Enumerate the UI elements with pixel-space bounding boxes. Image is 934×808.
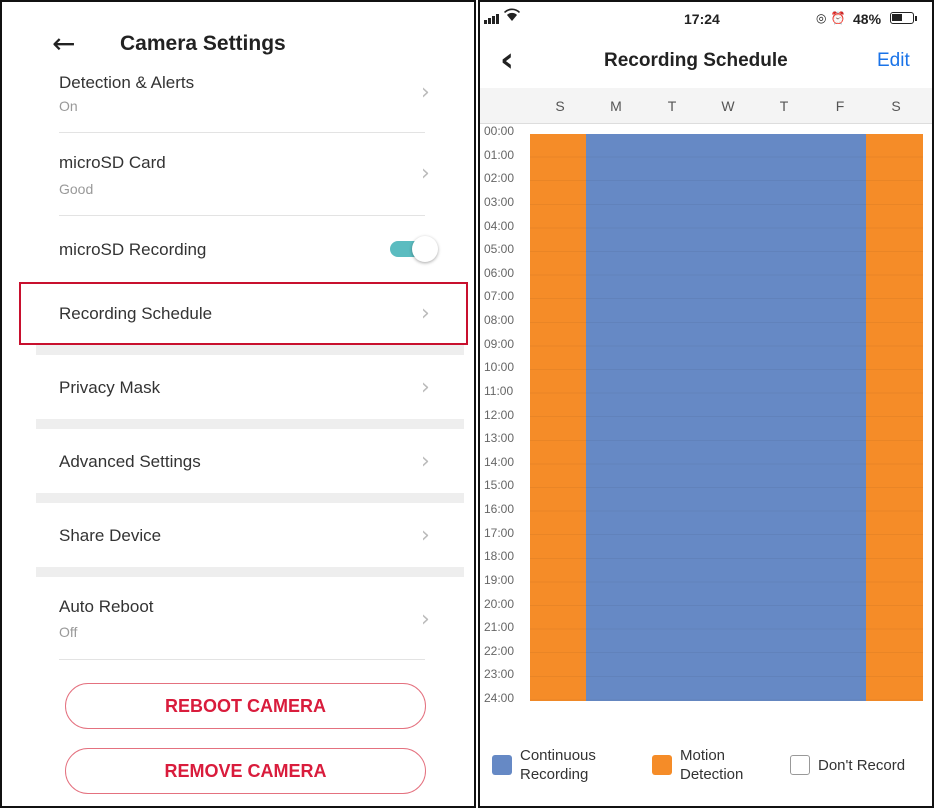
hour-label: 11:00 — [484, 383, 514, 398]
day-label: M — [610, 98, 622, 114]
row-label: microSD Recording — [59, 240, 207, 259]
hour-label: 09:00 — [484, 336, 515, 351]
dont-record-swatch — [790, 755, 810, 775]
schedule-day-1[interactable] — [586, 134, 643, 701]
row-auto-reboot[interactable]: Auto Reboot Off › — [2, 577, 474, 659]
row-label: microSD Card — [59, 153, 166, 172]
day-label: S — [891, 98, 901, 114]
row-label: Share Device — [59, 526, 162, 545]
section-gap — [36, 567, 464, 577]
hour-label: 20:00 — [484, 596, 515, 611]
chevron-right-icon: › — [421, 449, 430, 474]
row-value: Good — [59, 181, 94, 197]
toggle-knob — [412, 236, 438, 262]
legend-continuous: Continuous Recording — [520, 747, 596, 783]
hour-label: 13:00 — [484, 431, 515, 446]
row-label: Privacy Mask — [59, 378, 161, 397]
hour-label: 07:00 — [484, 289, 515, 304]
day-label: F — [835, 98, 845, 114]
chevron-right-icon: › — [421, 80, 430, 105]
status-bar: 17:24 ◎ ⏰ 48% — [480, 2, 932, 36]
hour-label: 08:00 — [484, 313, 515, 327]
row-detection-alerts[interactable]: Detection & Alerts On › — [2, 66, 474, 132]
section-gap — [36, 493, 464, 503]
hour-label: 00:00 — [484, 124, 515, 138]
divider — [59, 659, 425, 660]
hour-label: 12:00 — [484, 407, 515, 422]
nav-bar: ‹ Recording Schedule Edit — [480, 38, 932, 86]
schedule-day-5[interactable] — [810, 134, 867, 701]
hour-label: 19:00 — [484, 572, 515, 587]
chevron-right-icon: › — [421, 375, 430, 400]
hour-label: 24:00 — [484, 691, 515, 705]
legend-dont-record: Don't Record — [818, 757, 906, 774]
edit-button[interactable]: Edit — [877, 50, 910, 72]
section-gap — [36, 419, 464, 429]
hour-label: 04:00 — [484, 218, 515, 233]
legend: Continuous Recording Motion Detection Do… — [480, 737, 932, 797]
hour-label: 15:00 — [484, 478, 515, 493]
hour-label: 16:00 — [484, 502, 515, 516]
back-arrow-icon[interactable]: ← — [52, 30, 75, 58]
back-chevron-icon[interactable]: ‹ — [500, 40, 514, 80]
status-time: 17:24 — [684, 11, 720, 27]
recording-schedule-panel: 17:24 ◎ ⏰ 48% ‹ Recording Schedule Edit … — [478, 0, 934, 808]
wifi-icon — [504, 8, 520, 21]
hour-label: 21:00 — [484, 620, 515, 635]
day-label: S — [555, 98, 565, 114]
row-value: On — [59, 98, 78, 114]
row-advanced-settings[interactable]: Advanced Settings › — [2, 429, 474, 493]
hour-label: 14:00 — [484, 454, 515, 469]
schedule-day-6[interactable] — [866, 134, 923, 701]
schedule-grid[interactable] — [530, 134, 923, 701]
row-label: Detection & Alerts — [59, 73, 195, 92]
chevron-right-icon: › — [421, 607, 430, 632]
hour-label: 05:00 — [484, 242, 515, 257]
day-label: T — [667, 98, 677, 114]
page-title: Recording Schedule — [604, 50, 788, 71]
row-share-device[interactable]: Share Device › — [2, 503, 474, 567]
remove-camera-button[interactable]: REMOVE CAMERA — [65, 748, 426, 794]
page-title: Camera Settings — [120, 32, 286, 55]
hour-label: 01:00 — [484, 147, 515, 162]
hour-label: 10:00 — [484, 360, 515, 375]
chevron-right-icon: › — [421, 161, 430, 186]
hour-label: 02:00 — [484, 171, 515, 186]
hour-label: 03:00 — [484, 194, 515, 209]
hour-label: 17:00 — [484, 525, 515, 540]
schedule-day-2[interactable] — [642, 134, 699, 701]
reboot-camera-button[interactable]: REBOOT CAMERA — [65, 683, 426, 729]
chevron-right-icon: › — [421, 523, 430, 548]
hour-label: 18:00 — [484, 549, 515, 564]
header: ← Camera Settings — [2, 2, 474, 66]
highlight-box — [19, 282, 468, 345]
battery-fill — [892, 14, 902, 21]
row-label: Auto Reboot — [59, 597, 154, 616]
hour-label: 22:00 — [484, 643, 515, 658]
day-label: T — [779, 98, 789, 114]
motion-swatch — [652, 755, 672, 775]
legend-motion: Motion Detection — [680, 747, 744, 783]
day-label: W — [721, 98, 735, 114]
schedule-day-4[interactable] — [754, 134, 811, 701]
row-microsd-card[interactable]: microSD Card Good › — [2, 133, 474, 215]
section-gap — [36, 345, 464, 355]
row-label: Advanced Settings — [59, 452, 201, 471]
row-privacy-mask[interactable]: Privacy Mask › — [2, 355, 474, 419]
hour-label: 06:00 — [484, 265, 515, 280]
schedule-day-0[interactable] — [530, 134, 587, 701]
schedule-day-3[interactable] — [698, 134, 755, 701]
hour-label: 23:00 — [484, 667, 515, 682]
continuous-swatch — [492, 755, 512, 775]
battery-percent: 48% — [853, 11, 882, 27]
microsd-recording-toggle[interactable] — [388, 236, 440, 262]
battery-icon — [890, 12, 914, 24]
day-header: S M T W T F S — [480, 88, 932, 124]
camera-settings-panel: ← Camera Settings Detection & Alerts On … — [0, 0, 476, 808]
battery-tip — [915, 16, 917, 21]
row-value: Off — [59, 624, 78, 640]
alarm-location-icon: ◎ ⏰ — [816, 11, 846, 25]
